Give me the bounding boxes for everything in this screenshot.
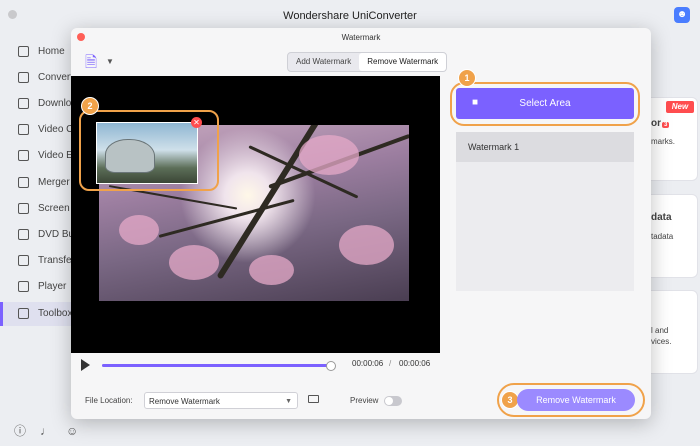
sidebar-item-video-editor[interactable]: Video Editor <box>0 144 72 168</box>
chevron-down-icon[interactable]: ▼ <box>106 57 114 66</box>
callout-number-1: 1 <box>458 69 476 87</box>
sidebar-item-merger[interactable]: Merger <box>0 171 72 195</box>
sidebar-item-label: DVD Burner <box>38 229 72 240</box>
sidebar-item-label: Downloader <box>38 98 72 109</box>
callout-ring-2 <box>79 110 219 191</box>
card-description: marks. <box>651 137 675 146</box>
card-description: vices. <box>651 337 672 346</box>
sidebar-item-video-compressor[interactable]: Video Compressor <box>0 118 72 142</box>
play-icon[interactable] <box>81 359 90 371</box>
tab-remove-watermark[interactable]: Remove Watermark <box>359 53 447 71</box>
dvd-icon <box>18 229 29 240</box>
add-file-icon[interactable]: 🗎 <box>85 53 105 73</box>
branch-shape <box>158 198 295 238</box>
merge-icon <box>18 177 29 188</box>
help-icon[interactable]: ⓘ <box>14 424 26 438</box>
progress-bar[interactable] <box>102 361 336 371</box>
tab-add-watermark[interactable]: Add Watermark <box>288 53 359 71</box>
scissors-icon <box>18 150 29 161</box>
dialog-title: Watermark <box>341 33 381 42</box>
file-location-select[interactable]: Remove Watermark ▼ <box>144 392 298 409</box>
sidebar-item-screen-recorder[interactable]: Screen Recorder <box>0 197 72 221</box>
preview-toggle[interactable] <box>384 396 402 406</box>
home-icon <box>18 46 29 57</box>
remove-watermark-button[interactable]: Remove Watermark <box>517 389 635 411</box>
card-description: l and <box>651 326 669 335</box>
time-separator: / <box>389 359 392 368</box>
sidebar-item-label: Toolbox <box>38 308 72 319</box>
video-preview: ✕ 2 <box>71 76 440 353</box>
converter-icon <box>18 72 29 83</box>
file-location-value: Remove Watermark <box>149 397 220 406</box>
sidebar-item-converter[interactable]: Converter <box>0 66 72 90</box>
progress-fill <box>102 364 330 367</box>
bell-icon[interactable]: ♩ <box>40 424 52 438</box>
chevron-down-icon: ▼ <box>285 398 292 405</box>
feedback-icon[interactable]: ☺ <box>66 424 78 438</box>
sidebar-item-label: Screen Recorder <box>38 203 72 214</box>
sidebar-footer: ⓘ ♩ ☺ <box>14 422 92 439</box>
new-badge: New <box>666 101 694 113</box>
select-area-label: Select Area <box>519 98 571 109</box>
user-icon: ■ <box>471 97 479 108</box>
blossom-cluster <box>249 255 294 285</box>
compress-icon <box>18 124 29 135</box>
callout-number-2: 2 <box>81 97 99 115</box>
blossom-cluster <box>339 225 394 265</box>
list-item[interactable]: Watermark 1 <box>456 132 634 162</box>
watermark-mode-tabs: Add Watermark Remove Watermark <box>287 52 448 72</box>
sidebar-item-label: Video Compressor <box>38 124 72 135</box>
total-time: 00:00:06 <box>399 359 431 368</box>
folder-icon[interactable] <box>308 395 319 403</box>
card-title: or 3 <box>651 118 670 129</box>
sidebar-item-downloader[interactable]: Downloader <box>0 92 72 116</box>
sidebar-item-label: Home <box>38 46 65 57</box>
sidebar-item-toolbox[interactable]: Toolbox <box>0 302 72 326</box>
sidebar-item-label: Transfer <box>38 255 72 266</box>
watermark-list: Watermark 1 <box>456 132 634 291</box>
download-icon <box>18 98 29 109</box>
sidebar-item-dvd-burner[interactable]: DVD Burner <box>0 223 72 247</box>
screen-record-icon <box>18 203 29 214</box>
blossom-cluster <box>169 245 219 280</box>
toolbox-grid-icon <box>18 308 29 319</box>
account-icon[interactable]: ☻ <box>674 7 690 23</box>
select-area-button[interactable]: ■ Select Area <box>456 88 634 119</box>
preview-label: Preview <box>350 396 379 405</box>
card-description: tadata <box>651 232 674 241</box>
sidebar-item-label: Converter <box>38 72 72 83</box>
transfer-icon <box>18 255 29 266</box>
sidebar-item-label: Player <box>38 281 67 292</box>
blossom-cluster <box>299 135 359 175</box>
blossom-cluster <box>119 215 159 245</box>
sidebar-item-transfer[interactable]: Transfer <box>0 249 72 273</box>
progress-knob[interactable] <box>325 361 336 371</box>
sidebar-item-player[interactable]: Player <box>0 275 72 299</box>
sidebar-item-label: Video Editor <box>38 150 72 161</box>
file-location-label: File Location: <box>85 396 133 405</box>
playback-controls: 00:00:06 / 00:00:06 <box>71 353 440 377</box>
dialog-footer: File Location: Remove Watermark ▼ Previe… <box>71 383 651 419</box>
sidebar: Home Converter Downloader Video Compress… <box>0 36 72 446</box>
sidebar-item-label: Merger <box>38 177 70 188</box>
current-time: 00:00:06 <box>352 359 384 368</box>
sidebar-item-home[interactable]: Home <box>0 40 72 64</box>
card-title: data <box>651 212 672 223</box>
watermark-dialog: Watermark 🗎 ▼ Add Watermark Remove Water… <box>71 28 651 419</box>
player-icon <box>18 281 29 292</box>
